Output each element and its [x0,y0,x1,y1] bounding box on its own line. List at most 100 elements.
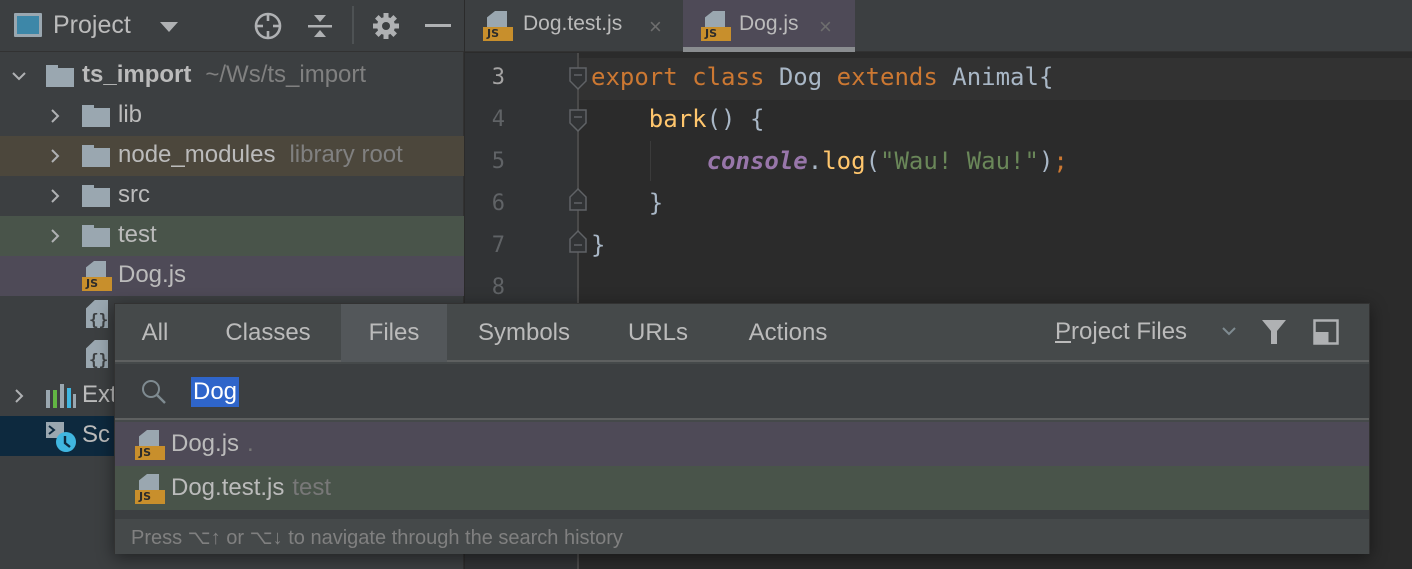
open-in-find-window-icon[interactable] [1313,319,1339,350]
tab-symbols[interactable]: Symbols [447,304,601,362]
library-icon [46,384,76,415]
filter-icon[interactable] [1261,319,1287,350]
fold-end-icon[interactable] [569,229,587,253]
code-line: export class Dog extends Animal{ [591,63,1053,91]
project-view-icon [14,13,42,37]
tab-files[interactable]: Files [341,304,447,362]
tab-all[interactable]: All [115,304,195,362]
tab-actions[interactable]: Actions [715,304,861,362]
search-input[interactable]: Dog [191,377,240,407]
javascript-file-icon: JS [701,11,731,41]
chevron-right-icon[interactable] [46,187,64,205]
close-icon[interactable]: × [819,14,832,40]
javascript-file-icon: JS [135,474,165,504]
tree-item-label: ts_import [82,61,192,88]
close-icon[interactable]: × [649,14,662,40]
search-result-item[interactable]: JS Dog.test.js test [115,466,1369,510]
project-header: Project [0,0,464,52]
chevron-down-icon[interactable] [10,67,28,85]
locate-icon[interactable] [252,10,284,42]
javascript-file-icon: JS [483,11,513,41]
code-token: ) [1038,147,1054,175]
tree-item-dog-js[interactable]: JS Dog.js [0,256,464,296]
scope-selector[interactable]: Project Files [1055,318,1187,346]
code-token: "Wau! Wau!" [880,147,1039,175]
chevron-down-icon[interactable] [1221,324,1237,342]
fold-collapse-icon[interactable] [569,109,587,133]
chevron-right-icon[interactable] [10,387,28,405]
tab-urls[interactable]: URLs [601,304,715,362]
code-line: bark() { [591,105,765,133]
fold-end-icon[interactable] [569,187,587,211]
javascript-file-icon: JS [82,261,112,291]
chevron-right-icon[interactable] [46,147,64,165]
result-location: . [247,430,254,457]
search-field[interactable]: Dog [115,364,1369,420]
toolbar-separator [352,6,354,44]
code-token: ( [865,147,881,175]
collapse-all-icon[interactable] [304,10,336,42]
tab-dog-test-js[interactable]: JS Dog.test.js × [465,0,683,52]
tree-item-path: ~/Ws/ts_import [205,61,367,88]
code-token: console [706,147,808,175]
gear-icon[interactable] [370,10,402,42]
code-token: Animal{ [937,63,1054,91]
code-token: Dog [764,63,837,91]
folder-icon [82,185,110,207]
folder-icon [46,65,74,87]
tab-dog-js[interactable]: JS Dog.js × [683,0,855,52]
line-number: 5 [491,149,505,174]
tree-item-label: node_modules [118,141,276,168]
folder-icon [82,225,110,247]
json-file-icon: {} [84,300,110,332]
scratches-icon [44,420,78,461]
tree-item-src[interactable]: src [0,176,464,216]
tree-item-label: Sc [82,421,111,448]
tab-label: Dog.test.js [523,12,623,35]
search-result-item[interactable]: JS Dog.js. [115,422,1369,466]
search-everywhere-popup: All Classes Files Symbols URLs Actions P… [114,303,1370,554]
code-token: ; [1053,147,1068,175]
tree-item-label: Dog.js [118,261,187,288]
tree-item-ts-import[interactable]: ts_import ~/Ws/ts_import [0,56,464,96]
code-line: } [591,231,605,259]
line-number: 3 [491,65,505,90]
code-token: } [591,189,664,217]
tree-item-label: lib [118,101,143,128]
line-number: 8 [491,275,505,300]
code-token: class [692,63,765,91]
code-token: bark [648,105,707,133]
search-tabs: All Classes Files Symbols URLs Actions P… [115,304,1369,362]
javascript-file-icon: JS [135,430,165,460]
result-file-name: Dog.js [171,430,240,457]
folder-icon [82,145,110,167]
line-number: 6 [491,191,505,216]
project-view-selector[interactable]: Project [53,11,131,40]
chevron-down-icon[interactable] [160,22,178,32]
code-token: export [591,63,678,91]
scope-mnemonic: P [1055,318,1072,345]
code-line: console.log("Wau! Wau!"); [591,147,1068,175]
tree-item-lib[interactable]: lib [0,96,464,136]
tree-item-test[interactable]: test [0,216,464,256]
fold-collapse-icon[interactable] [569,67,587,91]
chevron-right-icon[interactable] [46,227,64,245]
result-file-name: Dog.test.js [171,474,285,501]
search-footer: Press ⌥↑ or ⌥↓ to navigate through the s… [115,519,1369,554]
scope-label: roject Files [1071,318,1188,345]
json-file-icon: {} [84,340,110,372]
result-location: test [292,474,332,501]
hide-panel-icon[interactable] [422,10,454,42]
tree-item-hint: library root [289,141,403,168]
chevron-right-icon[interactable] [46,107,64,125]
editor-tab-bar: JS Dog.test.js × JS Dog.js × [465,0,1412,52]
tab-classes[interactable]: Classes [195,304,341,362]
code-token: () { [706,105,765,133]
folder-icon [82,105,110,127]
tree-item-node-modules[interactable]: node_modules library root [0,136,464,176]
code-token: log [822,147,866,175]
line-number: 7 [491,233,505,258]
